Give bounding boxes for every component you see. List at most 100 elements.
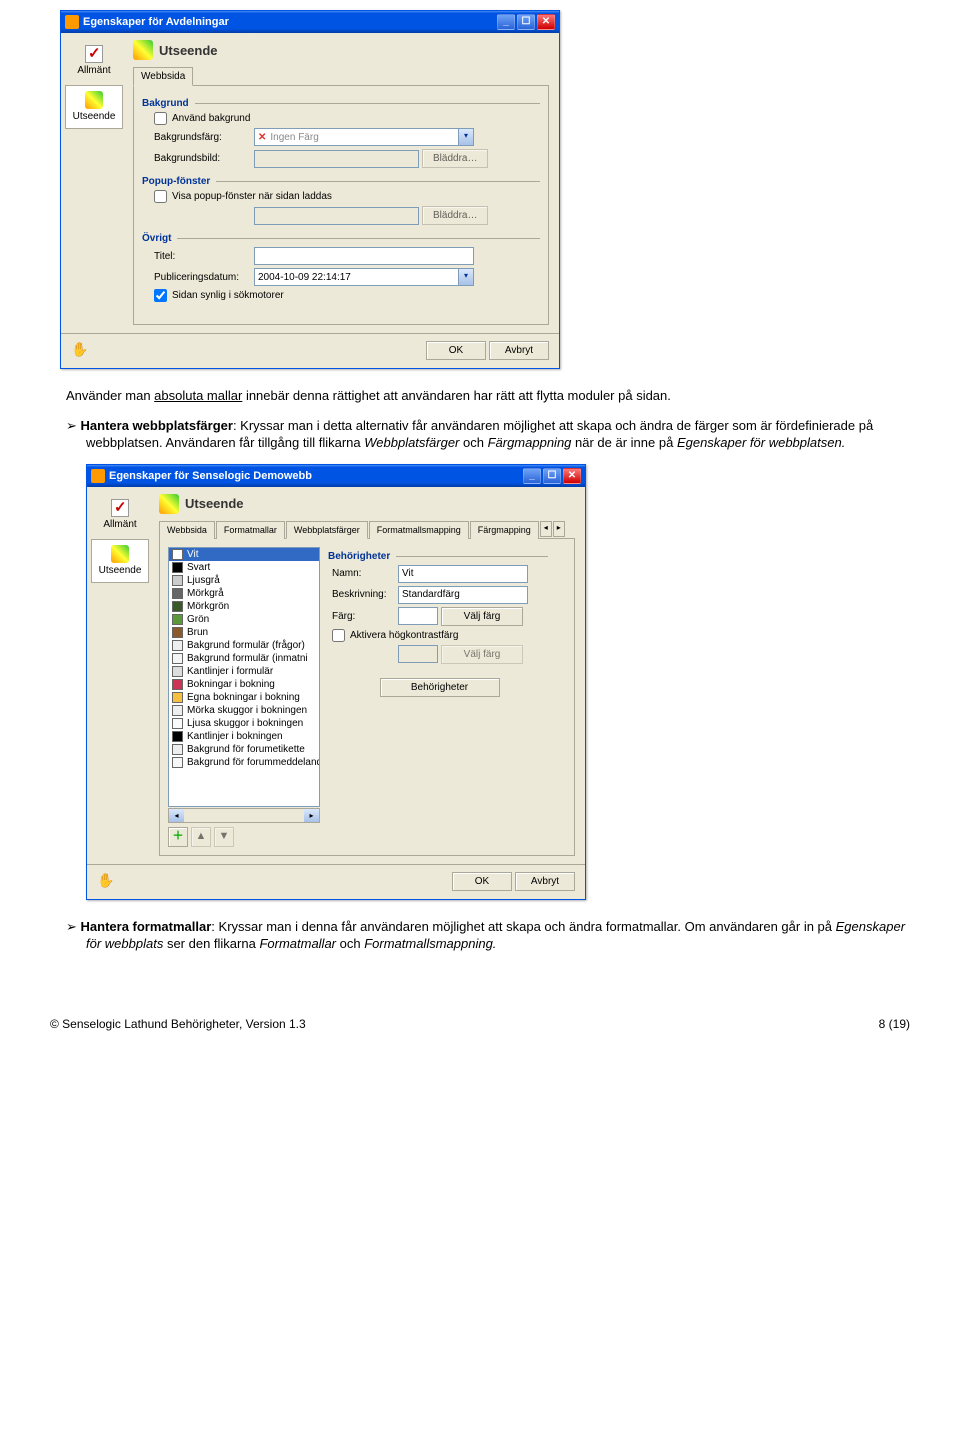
scroll-track[interactable] — [184, 809, 304, 822]
tab-formatmallsmapping[interactable]: Formatmallsmapping — [369, 521, 469, 539]
input-popup[interactable] — [254, 207, 419, 225]
footer-right: 8 (19) — [879, 1017, 910, 1031]
chevron-down-icon[interactable]: ▾ — [458, 269, 473, 285]
paragraph: Använder man absoluta mallar innebär den… — [86, 387, 910, 405]
chk-aktivera[interactable]: Aktivera högkontrastfärg — [332, 629, 548, 642]
color-list-item[interactable]: Bakgrund formulär (frågor) — [169, 639, 319, 652]
color-list-item[interactable]: Svart — [169, 561, 319, 574]
avbryt-button[interactable]: Avbryt — [515, 872, 575, 891]
color-list-item[interactable]: Egna bokningar i bokning — [169, 691, 319, 704]
tab-formatmallar[interactable]: Formatmallar — [216, 521, 285, 539]
scroll-right-button[interactable]: ▸ — [304, 809, 319, 822]
nav-allmant[interactable]: Allmänt — [91, 493, 149, 537]
close-button[interactable]: ✕ — [563, 468, 581, 484]
tab-scroll-right[interactable]: ▸ — [553, 521, 565, 537]
page-footer: © Senselogic Lathund Behörigheter, Versi… — [50, 1013, 910, 1031]
scroll-left-button[interactable]: ◂ — [169, 809, 184, 822]
minimize-button[interactable]: _ — [523, 468, 541, 484]
color-list-item[interactable]: Vit — [169, 548, 319, 561]
tab-webbsida[interactable]: Webbsida — [133, 67, 193, 86]
color-list-item[interactable]: Mörkgrön — [169, 600, 319, 613]
dropdown-pubdatum[interactable]: 2004-10-09 22:14:17 ▾ — [254, 268, 474, 286]
color-label: Bakgrund för forummeddelanden — [187, 757, 319, 768]
bladdra-button[interactable]: Bläddra… — [422, 206, 488, 225]
ok-button[interactable]: OK — [452, 872, 512, 891]
color-list-item[interactable]: Bokningar i bokning — [169, 678, 319, 691]
hscrollbar[interactable]: ◂ ▸ — [168, 808, 320, 823]
color-swatch — [172, 614, 183, 625]
chk-sokmotor[interactable]: Sidan synlig i sökmotorer — [154, 289, 540, 302]
label: Publiceringsdatum: — [154, 272, 254, 283]
tab-webbplatsfarger[interactable]: Webbplatsfärger — [286, 521, 368, 539]
color-list-item[interactable]: Mörka skuggor i bokningen — [169, 704, 319, 717]
help-hand-icon[interactable] — [97, 872, 117, 892]
side-nav: Allmänt Utseende — [87, 487, 153, 864]
nav-utseende[interactable]: Utseende — [65, 85, 123, 129]
window-title: Egenskaper för Avdelningar — [83, 16, 497, 28]
color-list-item[interactable]: Kantlinjer i bokningen — [169, 730, 319, 743]
dialog-body: Allmänt Utseende Utseende Webbsida Bakgr… — [61, 33, 559, 333]
color-list-item[interactable]: Grön — [169, 613, 319, 626]
color-swatch — [172, 653, 183, 664]
dropdown-value: 2004-10-09 22:14:17 — [255, 272, 458, 283]
color-list-item[interactable]: Bakgrund formulär (inmatni — [169, 652, 319, 665]
checkbox[interactable] — [154, 112, 167, 125]
color-swatch — [172, 679, 183, 690]
color-list-item[interactable]: Mörkgrå — [169, 587, 319, 600]
window-buttons: _ ☐ ✕ — [523, 468, 581, 484]
avbryt-button[interactable]: Avbryt — [489, 341, 549, 360]
window-buttons: _ ☐ ✕ — [497, 14, 555, 30]
ok-button[interactable]: OK — [426, 341, 486, 360]
color-list-item[interactable]: Ljusgrå — [169, 574, 319, 587]
color-list-item[interactable]: Ljusa skuggor i bokningen — [169, 717, 319, 730]
color-list-item[interactable]: Kantlinjer i formulär — [169, 665, 319, 678]
check-icon — [111, 499, 129, 517]
color-list-item[interactable]: Brun — [169, 626, 319, 639]
nav-allmant[interactable]: Allmänt — [65, 39, 123, 83]
color-list[interactable]: VitSvartLjusgråMörkgråMörkgrönGrönBrunBa… — [168, 547, 320, 807]
tab-webbsida[interactable]: Webbsida — [159, 521, 215, 539]
color-swatch — [172, 640, 183, 651]
bladdra-button[interactable]: Bläddra… — [422, 149, 488, 168]
titlebar[interactable]: Egenskaper för Avdelningar _ ☐ ✕ — [61, 11, 559, 33]
chk-visa-popup[interactable]: Visa popup-fönster när sidan laddas — [154, 190, 540, 203]
up-button[interactable]: ▲ — [191, 827, 211, 847]
input-titel[interactable] — [254, 247, 474, 265]
checkbox[interactable] — [154, 289, 167, 302]
checkbox[interactable] — [154, 190, 167, 203]
chevron-down-icon[interactable]: ▾ — [458, 129, 473, 145]
tab-fargmapping[interactable]: Färgmapping — [470, 521, 539, 539]
color-swatch — [172, 549, 183, 560]
color-list-item[interactable]: Bakgrund för forummeddelanden — [169, 756, 319, 769]
tab-scroll-left[interactable]: ◂ — [540, 521, 552, 537]
bullet-paragraph: Hantera formatmallar: Kryssar man i denn… — [86, 918, 910, 953]
color-swatch — [172, 588, 183, 599]
color-label: Ljusgrå — [187, 575, 220, 586]
chk-anvand-bakgrund[interactable]: Använd bakgrund — [154, 112, 540, 125]
lead: Hantera formatmallar — [81, 919, 212, 934]
valj-farg-button[interactable]: Välj färg — [441, 607, 523, 626]
dialog-footer: OK Avbryt — [61, 333, 559, 368]
label: Bakgrundsfärg: — [154, 132, 254, 143]
add-button[interactable]: ＋ — [168, 827, 188, 847]
nav-utseende[interactable]: Utseende — [91, 539, 149, 583]
hc-preview — [398, 645, 438, 663]
behörigheter-button[interactable]: Behörigheter — [380, 678, 500, 697]
help-hand-icon[interactable] — [71, 341, 91, 361]
titlebar[interactable]: Egenskaper för Senselogic Demowebb _ ☐ ✕ — [87, 465, 585, 487]
close-button[interactable]: ✕ — [537, 14, 555, 30]
minimize-button[interactable]: _ — [497, 14, 515, 30]
brush-icon — [111, 545, 129, 563]
maximize-button[interactable]: ☐ — [543, 468, 561, 484]
input-namn[interactable] — [398, 565, 528, 583]
color-swatch — [172, 575, 183, 586]
down-button[interactable]: ▼ — [214, 827, 234, 847]
row-hc-farg: Välj färg — [332, 645, 548, 664]
dropdown-bakgrundsfarg[interactable]: Ingen Färg ▾ — [254, 128, 474, 146]
tab-pane: Bakgrund Använd bakgrund Bakgrundsfärg: … — [133, 85, 549, 325]
checkbox[interactable] — [332, 629, 345, 642]
maximize-button[interactable]: ☐ — [517, 14, 535, 30]
input-bakgrundsbild[interactable] — [254, 150, 419, 168]
input-beskr[interactable] — [398, 586, 528, 604]
color-list-item[interactable]: Bakgrund för forumetikette — [169, 743, 319, 756]
